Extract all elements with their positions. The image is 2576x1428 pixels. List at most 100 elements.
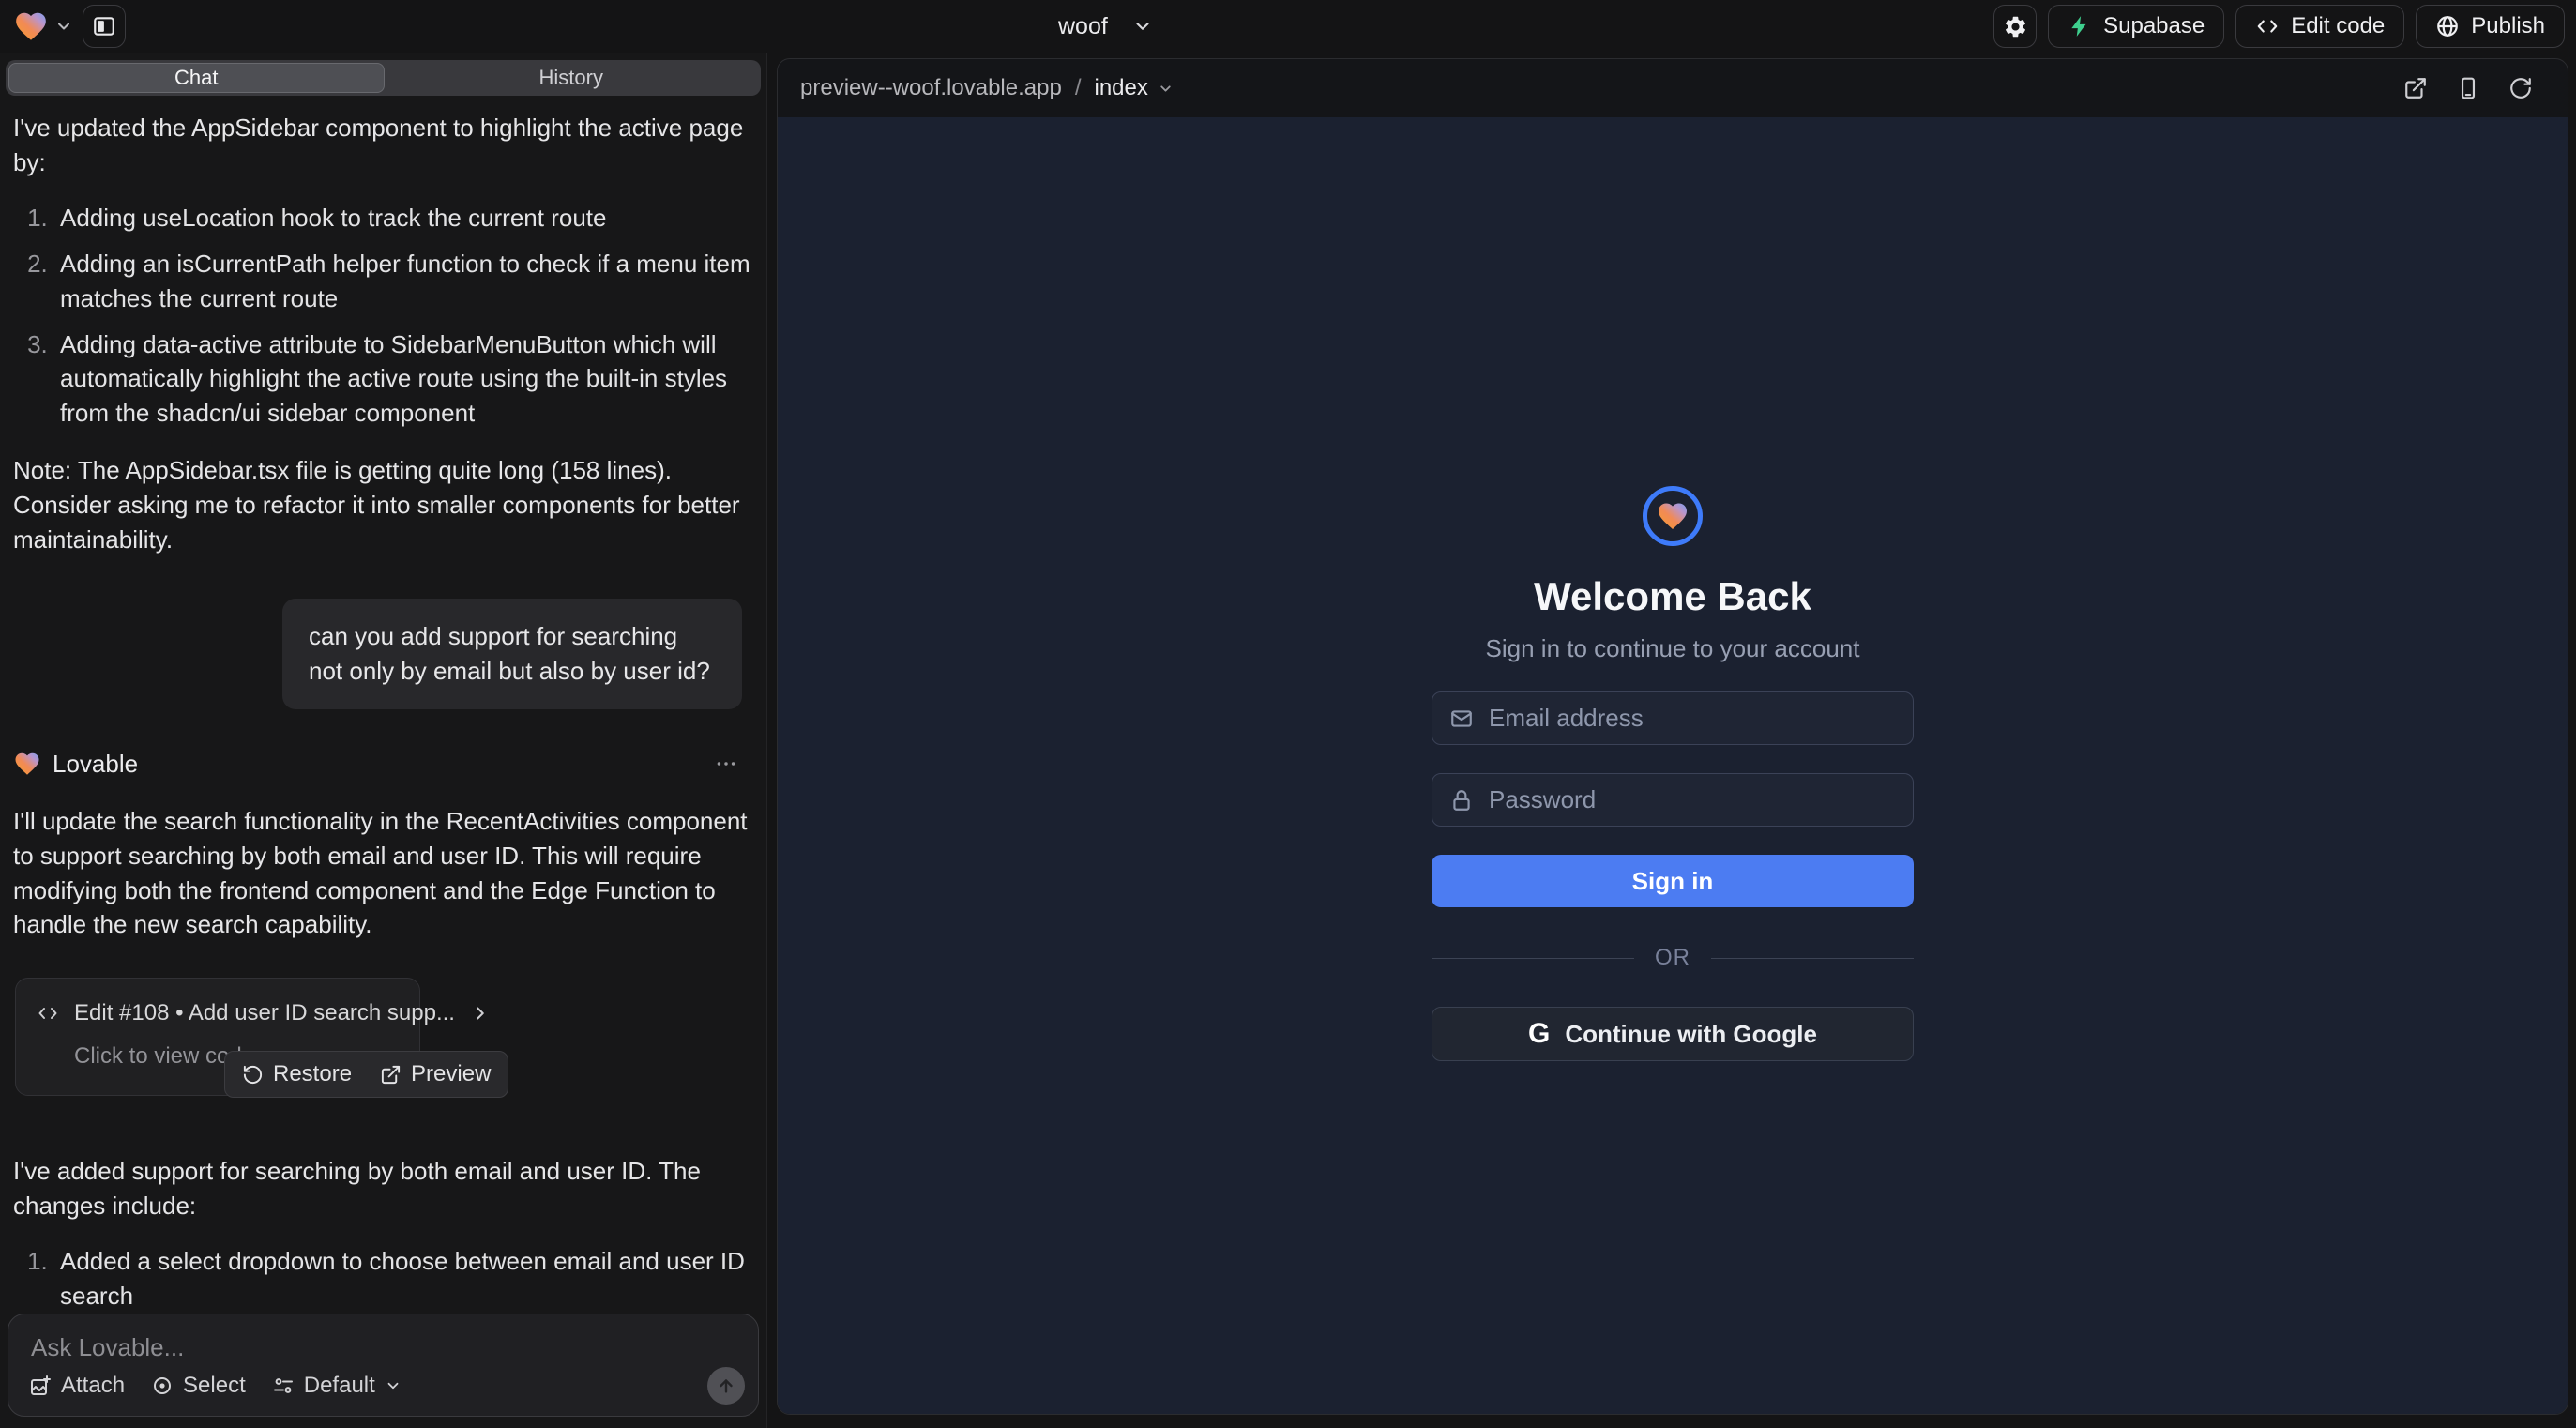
list-item: Adding useLocation hook to track the cur…: [54, 201, 751, 235]
email-placeholder: Email address: [1489, 704, 1644, 733]
lovable-logo[interactable]: [13, 8, 73, 44]
chat-panel: Chat History I've updated the AppSidebar…: [0, 53, 767, 1428]
external-link-icon: [380, 1064, 402, 1086]
globe-icon: [2435, 14, 2460, 38]
chevron-down-icon: [1132, 16, 1153, 37]
assistant-paragraph: I'll update the search functionality in …: [13, 804, 751, 943]
preview-url[interactable]: preview--woof.lovable.app / index: [800, 75, 1174, 101]
preview-panel: preview--woof.lovable.app / index: [777, 58, 2568, 1415]
open-in-new-tab-button[interactable]: [2397, 69, 2434, 107]
chat-history-tabs: Chat History: [6, 60, 761, 96]
assistant-numbered-list: Adding useLocation hook to track the cur…: [13, 201, 751, 431]
google-g-icon: G: [1528, 1018, 1550, 1050]
mode-selector-button[interactable]: Default: [272, 1373, 402, 1399]
composer: Ask Lovable... Attach Select Default: [8, 1314, 759, 1417]
mail-icon: [1449, 706, 1474, 731]
publish-button[interactable]: Publish: [2416, 5, 2565, 48]
attach-button[interactable]: Attach: [29, 1373, 125, 1399]
or-label: OR: [1655, 945, 1690, 971]
settings-button[interactable]: [1993, 5, 2037, 48]
preview-iframe: Welcome Back Sign in to continue to your…: [778, 117, 2568, 1414]
list-item: Added a select dropdown to choose betwee…: [54, 1244, 751, 1306]
sliders-icon: [272, 1375, 295, 1397]
target-icon: [151, 1375, 174, 1397]
assistant-paragraph: I've added support for searching by both…: [13, 1154, 751, 1223]
chevron-right-icon: [470, 1003, 491, 1024]
arrow-up-icon: [716, 1375, 736, 1396]
password-field[interactable]: Password: [1432, 773, 1914, 827]
welcome-subtitle: Sign in to continue to your account: [1486, 634, 1860, 663]
send-button[interactable]: [707, 1367, 745, 1405]
tab-chat[interactable]: Chat: [8, 63, 385, 93]
assistant-name: Lovable: [53, 747, 714, 782]
path-separator: /: [1071, 75, 1085, 101]
restore-label: Restore: [273, 1061, 352, 1087]
tab-history-label: History: [539, 66, 603, 90]
edit-code-label: Edit code: [2291, 13, 2385, 39]
preview-host: preview--woof.lovable.app: [800, 75, 1062, 101]
attach-label: Attach: [61, 1373, 125, 1399]
mobile-view-button[interactable]: [2449, 69, 2487, 107]
mode-label: Default: [304, 1373, 375, 1399]
sign-in-label: Sign in: [1632, 867, 1714, 895]
tab-chat-label: Chat: [174, 66, 218, 90]
smartphone-icon: [2456, 76, 2480, 100]
image-plus-icon: [29, 1375, 52, 1397]
topbar: woof Supabase Edit code: [0, 0, 2576, 53]
message-options-button[interactable]: [714, 752, 738, 776]
restore-icon: [242, 1064, 264, 1086]
supabase-button[interactable]: Supabase: [2048, 5, 2224, 48]
select-element-button[interactable]: Select: [151, 1373, 246, 1399]
refresh-icon: [2508, 76, 2533, 100]
chevron-down-icon: [385, 1377, 402, 1394]
tab-history[interactable]: History: [385, 63, 759, 93]
chat-messages[interactable]: I've updated the AppSidebar component to…: [0, 111, 766, 1306]
edit-code-button[interactable]: Edit code: [2235, 5, 2404, 48]
project-name-button[interactable]: woof: [1058, 13, 1153, 40]
google-sign-in-button[interactable]: G Continue with Google: [1432, 1007, 1914, 1061]
publish-label: Publish: [2471, 13, 2545, 39]
heart-icon: [1656, 499, 1690, 533]
preview-page: index: [1094, 75, 1147, 101]
refresh-preview-button[interactable]: [2502, 69, 2539, 107]
chat-input[interactable]: Ask Lovable...: [31, 1333, 184, 1362]
project-name: woof: [1058, 13, 1108, 40]
assistant-message-header: Lovable: [13, 747, 751, 782]
code-icon: [37, 1002, 59, 1025]
lovable-heart-icon: [13, 8, 49, 44]
assistant-note: Note: The AppSidebar.tsx file is getting…: [13, 453, 751, 557]
edit-card-wrap: Edit #108 • Add user ID search supp... C…: [15, 978, 432, 1096]
supabase-label: Supabase: [2103, 13, 2205, 39]
preview-label: Preview: [411, 1061, 491, 1087]
select-label: Select: [183, 1373, 246, 1399]
chevron-down-icon: [1158, 81, 1174, 97]
welcome-heading: Welcome Back: [1534, 574, 1811, 619]
assistant-paragraph: I've updated the AppSidebar component to…: [13, 111, 751, 180]
gear-icon: [2003, 14, 2028, 39]
user-message-text: can you add support for searching not on…: [309, 622, 710, 685]
code-icon: [2255, 14, 2280, 38]
panel-left-icon: [92, 14, 116, 38]
lock-icon: [1449, 788, 1474, 813]
edit-card-title: Edit #108 • Add user ID search supp...: [74, 997, 455, 1029]
external-link-icon: [2403, 76, 2428, 100]
preview-header: preview--woof.lovable.app / index: [778, 59, 2568, 117]
list-item: Adding an isCurrentPath helper function …: [54, 247, 751, 316]
list-item: Adding data-active attribute to SidebarM…: [54, 327, 751, 432]
restore-button[interactable]: Restore: [242, 1061, 352, 1087]
google-label: Continue with Google: [1565, 1020, 1817, 1049]
assistant-numbered-list: Added a select dropdown to choose betwee…: [13, 1244, 751, 1306]
user-message: can you add support for searching not on…: [282, 599, 742, 709]
ellipsis-icon: [714, 752, 738, 776]
or-divider: OR: [1432, 945, 1914, 971]
chevron-down-icon: [54, 17, 73, 36]
supabase-icon: [2068, 14, 2092, 38]
preview-button[interactable]: Preview: [380, 1061, 491, 1087]
sign-in-button[interactable]: Sign in: [1432, 855, 1914, 907]
email-field[interactable]: Email address: [1432, 691, 1914, 745]
app-logo: [1643, 486, 1703, 546]
edit-toolbar: Restore Preview: [224, 1051, 508, 1098]
sidebar-toggle-button[interactable]: [83, 5, 126, 48]
lovable-avatar-icon: [13, 750, 41, 778]
password-placeholder: Password: [1489, 785, 1596, 814]
